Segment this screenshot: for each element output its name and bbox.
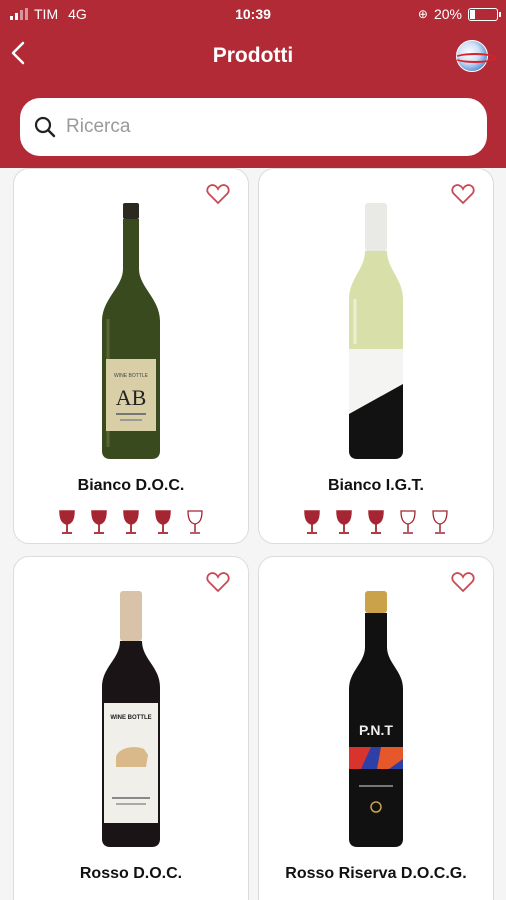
wine-glass-filled-icon: [368, 510, 384, 534]
wine-glass-empty-icon: [400, 510, 416, 534]
rating-glasses: [14, 509, 248, 535]
svg-text:WINE BOTTLE: WINE BOTTLE: [114, 373, 149, 379]
product-grid: WINE BOTTLE AB Bianco D.O.C. Bianco I.G.…: [0, 168, 506, 900]
heart-icon[interactable]: [206, 183, 230, 205]
product-name: Rosso D.O.C.: [79, 865, 183, 882]
product-card[interactable]: WINE BOTTLE AB Bianco D.O.C.: [13, 168, 249, 544]
wine-glass-filled-icon: [123, 510, 139, 534]
product-card[interactable]: Bianco I.G.T.: [258, 168, 494, 544]
svg-text:WINE BOTTLE: WINE BOTTLE: [110, 715, 151, 721]
nav-bar: Prodotti: [0, 36, 506, 76]
wine-glass-filled-icon: [59, 510, 75, 534]
battery-icon: [468, 7, 501, 21]
product-card[interactable]: P.N.T Rosso Riserva D.O.C.G.: [258, 556, 494, 900]
search-input[interactable]: [66, 116, 446, 138]
product-card[interactable]: WINE BOTTLE Rosso D.O.C.: [13, 556, 249, 900]
search-icon: [34, 116, 56, 138]
heart-icon[interactable]: [206, 571, 230, 593]
heart-icon[interactable]: [451, 571, 475, 593]
product-name: Rosso Riserva D.O.C.G.: [285, 865, 467, 882]
wine-bottle-image: WINE BOTTLE AB: [102, 203, 160, 459]
rating-glasses: [259, 509, 493, 535]
heart-icon[interactable]: [451, 183, 475, 205]
battery-percent: 20%: [433, 6, 462, 22]
wine-glass-empty-icon: [432, 510, 448, 534]
status-bar: TIM 4G 10:39 ⊕ 20%: [0, 0, 506, 30]
wine-bottle-image: P.N.T: [349, 591, 403, 847]
wine-glass-empty-icon: [187, 510, 203, 534]
svg-text:AB: AB: [116, 385, 147, 410]
product-name: Bianco D.O.C.: [77, 477, 185, 494]
product-name: Bianco I.G.T.: [327, 477, 424, 494]
header-bar: TIM 4G 10:39 ⊕ 20% Prodotti: [0, 0, 506, 168]
page-title: Prodotti: [212, 44, 294, 67]
wine-glass-filled-icon: [304, 510, 320, 534]
wine-glass-filled-icon: [155, 510, 171, 534]
search-bar[interactable]: [20, 98, 487, 156]
wine-bottle-image: [349, 203, 403, 459]
wine-glass-filled-icon: [91, 510, 107, 534]
orientation-lock-icon: ⊕: [417, 7, 428, 21]
wine-glass-filled-icon: [336, 510, 352, 534]
globe-logo-icon[interactable]: [454, 40, 496, 72]
svg-text:P.N.T: P.N.T: [359, 722, 393, 738]
wine-bottle-image: WINE BOTTLE: [102, 591, 160, 847]
